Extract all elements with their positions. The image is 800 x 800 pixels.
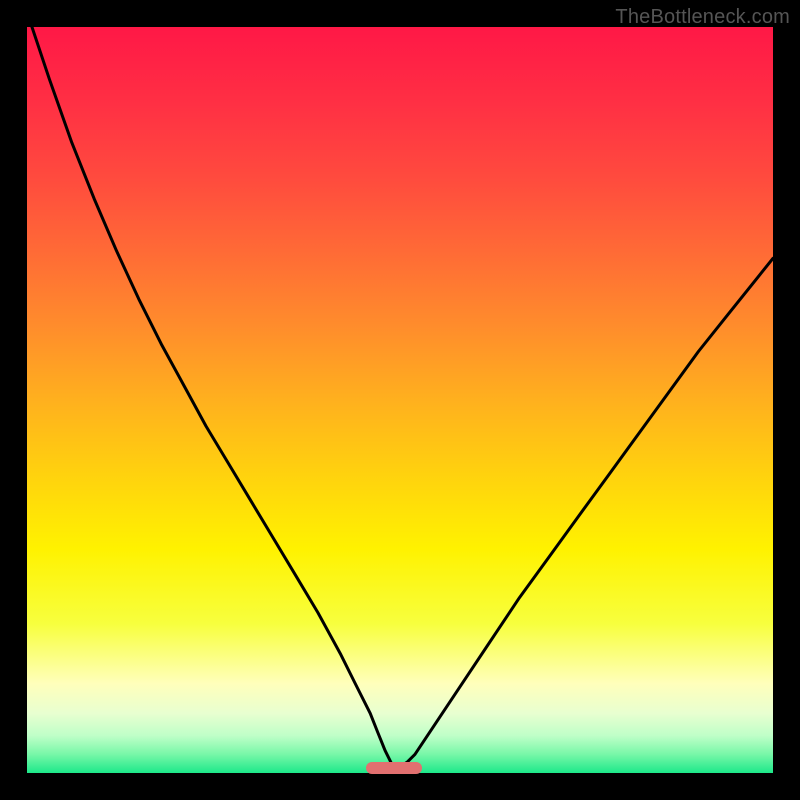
chart-frame: TheBottleneck.com <box>0 0 800 800</box>
bottleneck-curve <box>27 27 773 773</box>
plot-area <box>27 27 773 773</box>
optimum-marker <box>366 762 422 774</box>
watermark-text: TheBottleneck.com <box>615 6 790 29</box>
